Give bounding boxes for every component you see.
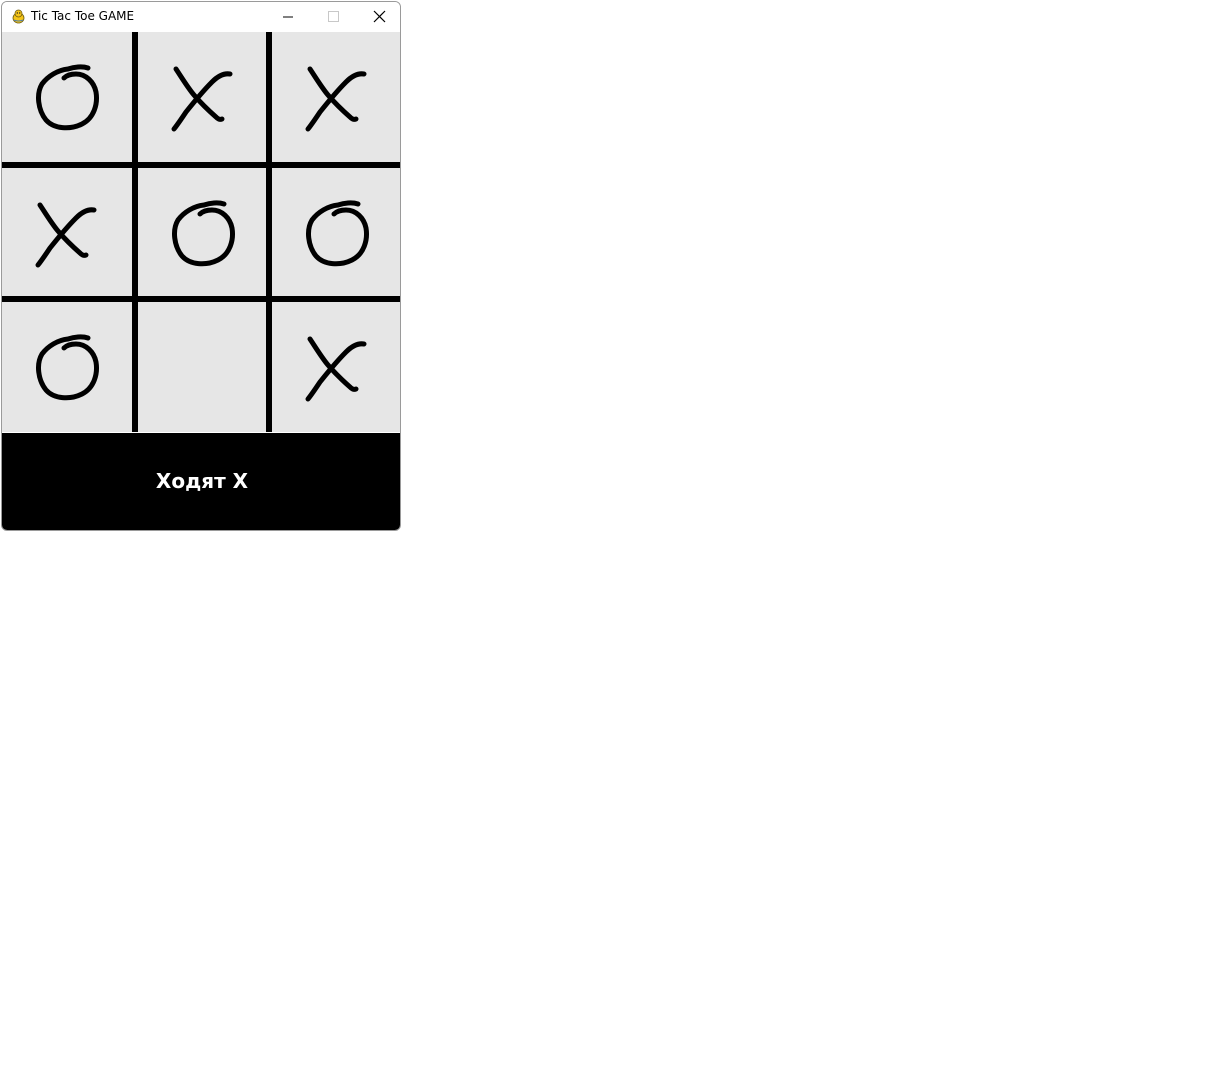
board-cell-r2-c3[interactable] xyxy=(272,168,400,296)
close-button[interactable] xyxy=(355,2,400,32)
turn-status-text: Ходят X xyxy=(155,469,249,493)
window-title: Tic Tac Toe GAME xyxy=(31,9,135,23)
maximize-icon xyxy=(328,11,339,22)
x-mark-icon xyxy=(171,66,233,132)
x-mark-icon xyxy=(305,66,367,132)
board-cell-r2-c1[interactable] xyxy=(2,168,130,296)
minimize-button[interactable] xyxy=(265,2,311,32)
o-mark-icon xyxy=(36,334,99,401)
x-mark-icon xyxy=(35,202,97,268)
board-cell-r1-c1[interactable] xyxy=(2,32,130,160)
game-board xyxy=(2,32,400,432)
board-cell-r3-c1[interactable] xyxy=(2,302,130,430)
x-mark-icon xyxy=(305,336,367,402)
status-bar: Ходят X xyxy=(2,433,400,530)
board-cell-r3-c2[interactable] xyxy=(138,302,266,430)
board-cell-r2-c2[interactable] xyxy=(138,168,266,296)
pygame-snake-icon xyxy=(11,9,26,24)
o-mark-icon xyxy=(306,200,369,267)
game-window: Tic Tac Toe GAME Ходят X xyxy=(1,1,401,531)
maximize-button[interactable] xyxy=(310,2,356,32)
o-mark-icon xyxy=(172,200,235,267)
title-bar[interactable]: Tic Tac Toe GAME xyxy=(2,2,400,32)
board-cell-r3-c3[interactable] xyxy=(272,302,400,430)
close-icon xyxy=(373,10,386,23)
minimize-icon xyxy=(283,16,293,18)
board-cell-r1-c2[interactable] xyxy=(138,32,266,160)
board-cell-r1-c3[interactable] xyxy=(272,32,400,160)
o-mark-icon xyxy=(36,64,99,131)
